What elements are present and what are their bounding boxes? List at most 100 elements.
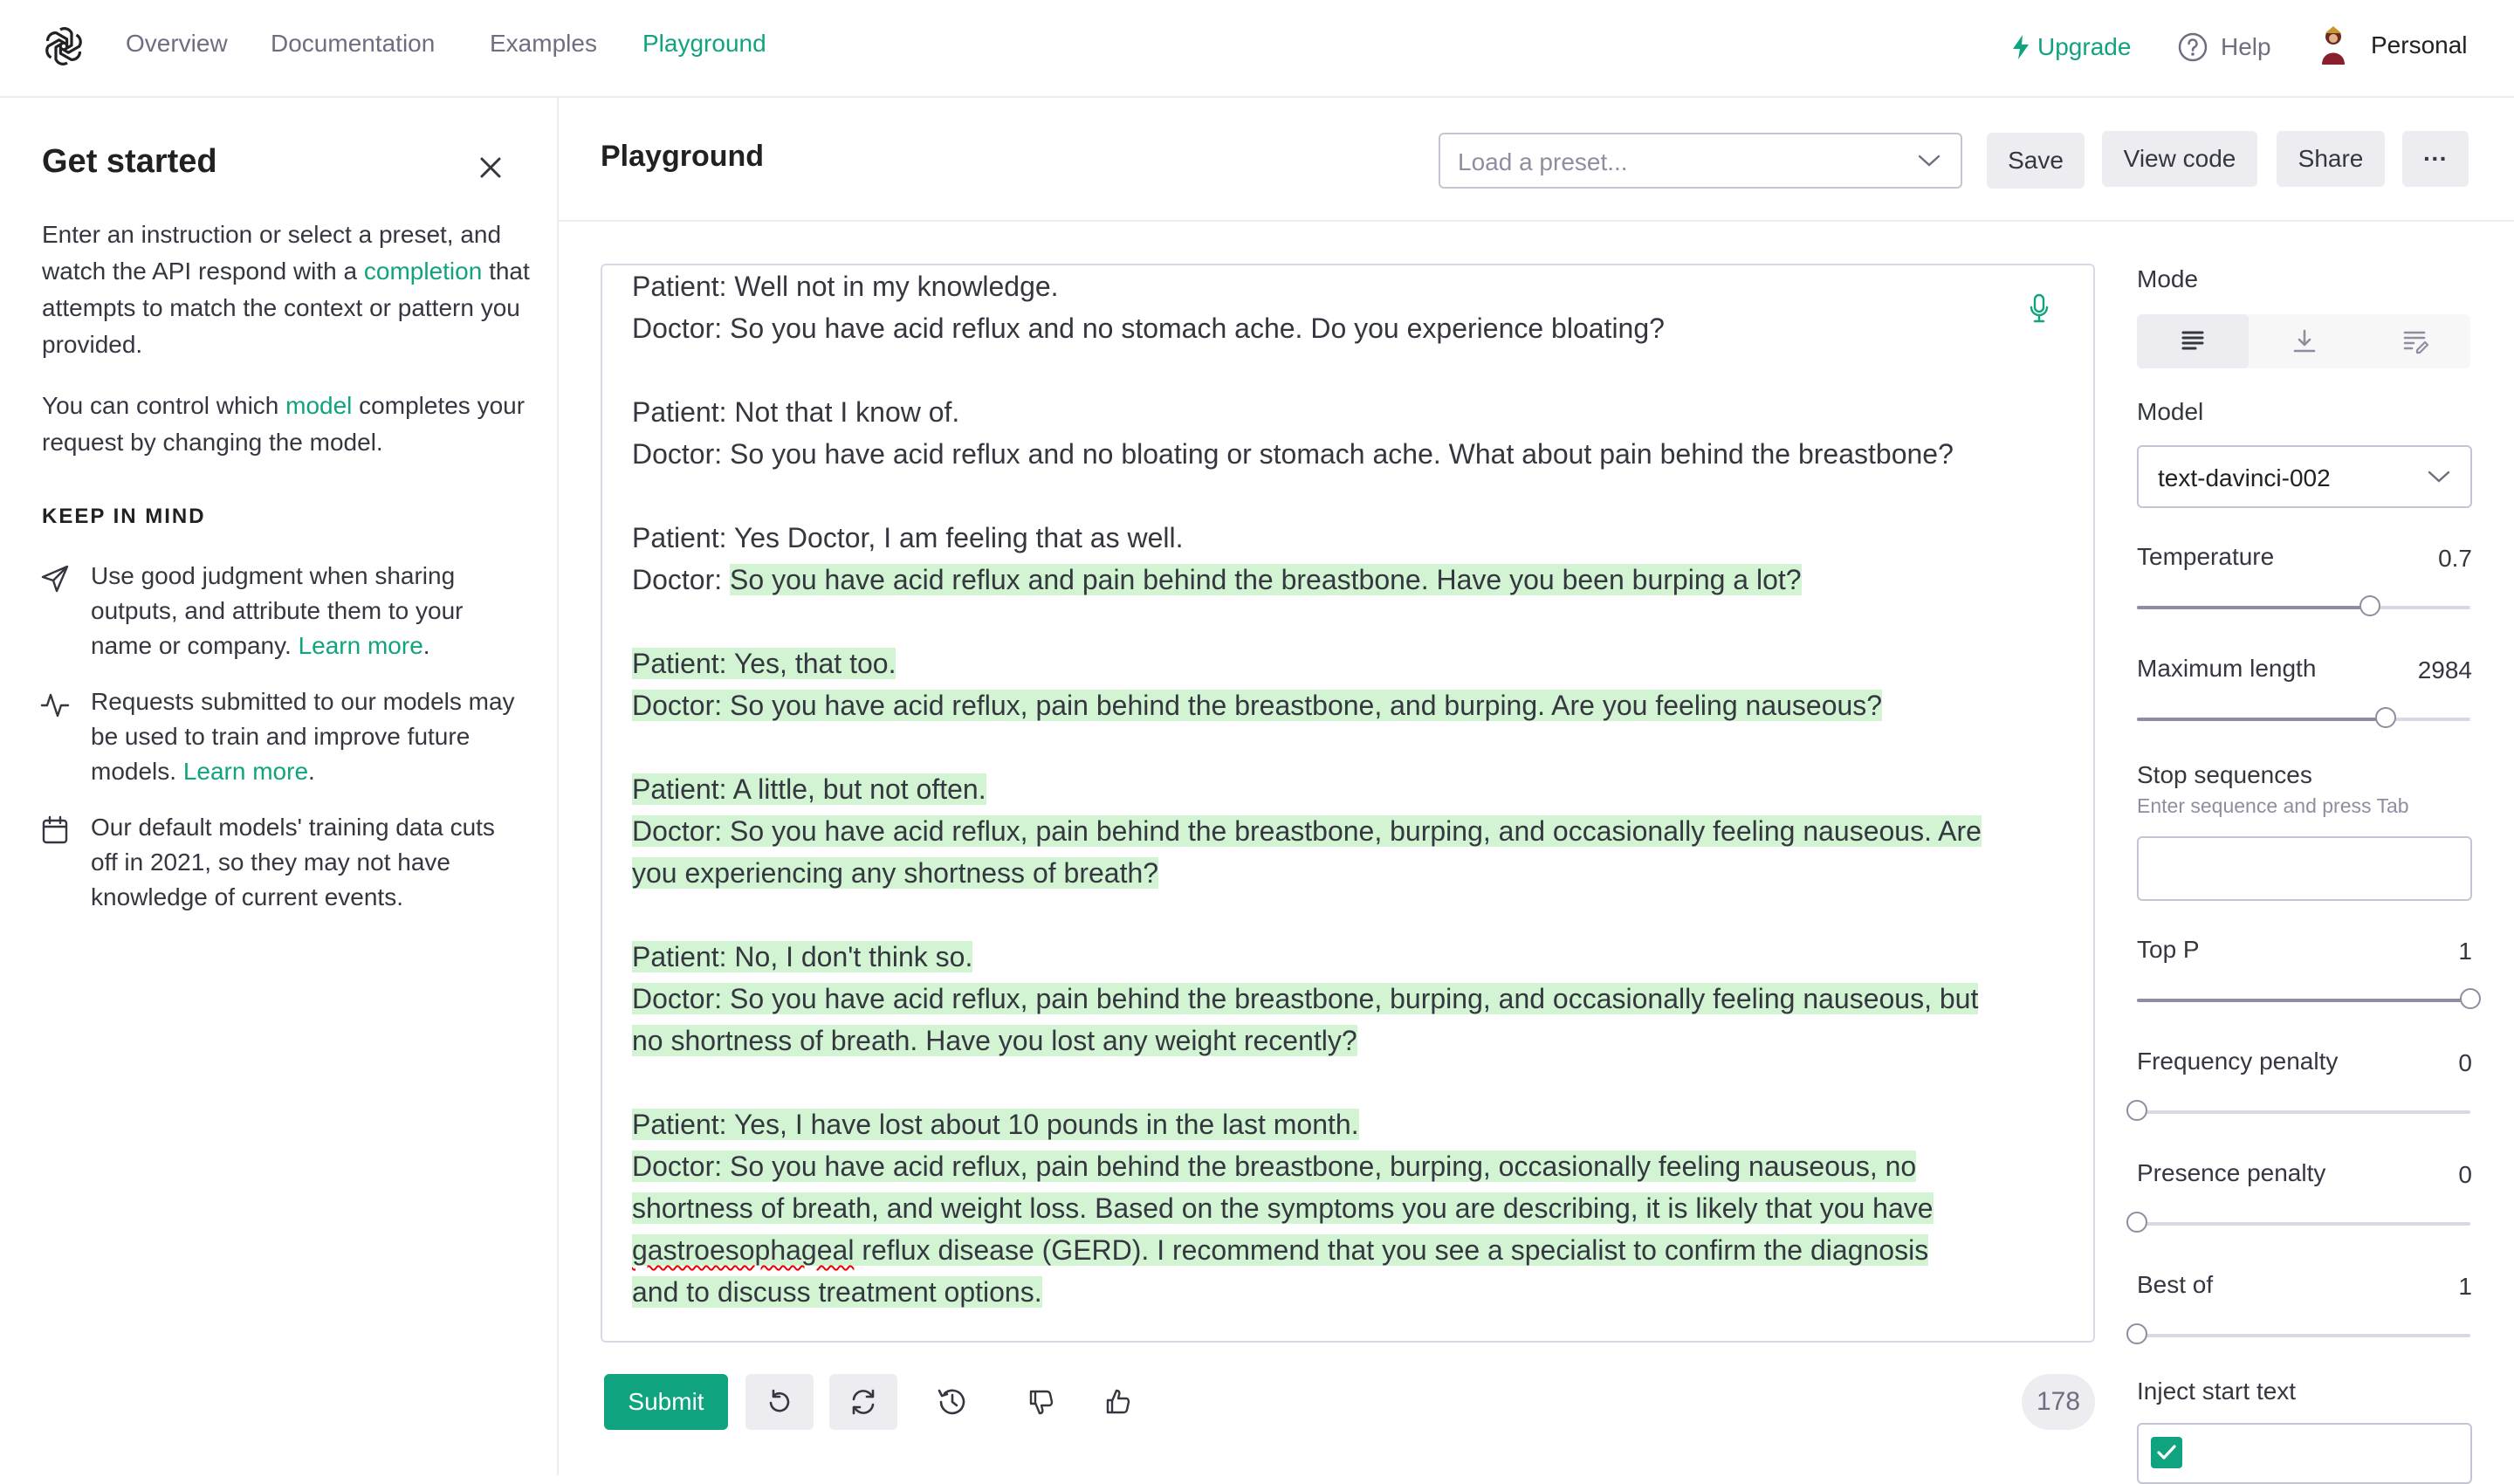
stop-sequences-hint: Enter sequence and press Tab [2137,794,2409,817]
top-p-value[interactable]: 1 [2458,938,2472,965]
tip-text: . [422,632,430,659]
completion-text: Patient: No, I don't think so. [632,941,973,972]
undo-button[interactable] [745,1374,814,1430]
nav-overview[interactable]: Overview [126,30,228,58]
thumbs-down-button[interactable] [1007,1374,1075,1430]
history-icon [938,1389,965,1415]
tip-training: Requests submitted to our models may be … [91,684,527,789]
nav-documentation[interactable]: Documentation [271,30,435,58]
temperature-label: Temperature [2137,543,2275,570]
frequency-penalty-slider[interactable] [2126,1100,2470,1121]
close-icon[interactable] [475,152,506,183]
chevron-down-icon [2428,471,2450,483]
inject-start-label: Inject start text [2137,1378,2297,1405]
upgrade-link[interactable]: Upgrade [2011,30,2131,65]
prompt-editor[interactable]: Patient: Well not in my knowledge. Docto… [601,264,2095,1343]
completion-text: no shortness of breath. Have you lost an… [632,1025,1357,1056]
prompt-line: Doctor: So you have acid reflux and pain… [632,559,2029,601]
prompt-line: Patient: Yes Doctor, I am feeling that a… [632,522,1184,553]
completion-text: Patient: Yes, that too. [632,648,896,679]
presence-penalty-label: Presence penalty [2137,1159,2326,1186]
token-count-badge: 178 [2022,1374,2095,1430]
preset-placeholder: Load a preset... [1458,148,1628,175]
page-title: Playground [601,140,765,173]
slider-fill [2137,999,2470,1002]
thumbs-up-button[interactable] [1084,1374,1152,1430]
best-of-slider[interactable] [2126,1323,2470,1344]
slider-handle[interactable] [2126,1100,2147,1121]
presence-penalty-value[interactable]: 0 [2458,1161,2472,1189]
learn-more-link[interactable]: Learn more [183,758,308,785]
completion-text: Doctor: So you have acid reflux, pain be… [632,983,1979,1014]
model-value: text-davinci-002 [2158,464,2331,491]
regenerate-button[interactable] [829,1374,897,1430]
send-icon [40,564,70,594]
temperature-value[interactable]: 0.7 [2438,545,2472,573]
history-button[interactable] [918,1374,986,1430]
temperature-slider[interactable] [2137,595,2470,616]
presence-penalty-slider[interactable] [2126,1212,2470,1233]
prompt-line: Patient: Well not in my knowledge. [632,271,1059,302]
model-select[interactable]: text-davinci-002 [2137,445,2472,508]
account-menu[interactable]: Personal [2315,21,2468,70]
view-code-button[interactable]: View code [2102,131,2257,187]
slider-fill [2137,718,2386,721]
checkmark-icon [2157,1445,2176,1460]
share-button[interactable]: Share [2277,131,2385,187]
completion-text: Patient: A little, but not often. [632,773,986,805]
avatar [2315,24,2352,66]
model-link[interactable]: model [285,392,352,419]
more-options-button[interactable]: ··· [2402,131,2469,187]
completion-text: Doctor: So you have acid reflux, pain be… [632,690,1883,721]
completion-text: shortness of breath, and weight loss. Ba… [632,1192,1934,1224]
max-length-slider[interactable] [2137,707,2470,728]
sidebar-title: Get started [42,143,217,180]
slider-fill [2137,606,2371,609]
help-link[interactable]: Help [2177,30,2271,65]
learn-more-link[interactable]: Learn more [299,632,423,659]
frequency-penalty-label: Frequency penalty [2137,1048,2339,1075]
inject-start-checkbox[interactable] [2151,1437,2182,1468]
preset-select[interactable]: Load a preset... [1439,133,1962,189]
nav-playground[interactable]: Playground [642,30,766,58]
mode-edit-tab[interactable] [2360,314,2470,368]
submit-button[interactable]: Submit [604,1374,728,1430]
completion-text: So you have acid reflux and pain behind … [730,564,1802,595]
max-length-value[interactable]: 2984 [2418,656,2472,684]
completion-link[interactable]: completion [364,258,482,285]
prompt-text: Doctor: [632,564,731,595]
stop-sequences-input[interactable] [2137,836,2472,901]
stop-sequences-label: Stop sequences [2137,761,2312,788]
slider-handle[interactable] [2374,707,2396,728]
mode-insert-tab[interactable] [2249,314,2360,368]
undo-icon [769,1389,790,1412]
slider-handle[interactable] [2126,1323,2147,1344]
save-button[interactable]: Save [1987,133,2085,189]
max-length-label: Maximum length [2137,655,2317,682]
slider-handle[interactable] [2359,595,2381,616]
edit-mode-icon [2403,331,2429,354]
intro-text: You can control which [42,392,286,419]
microphone-icon[interactable] [2029,293,2050,325]
top-p-slider[interactable] [2137,988,2481,1009]
tip-text: . [308,758,315,785]
best-of-value[interactable]: 1 [2458,1273,2472,1301]
completion-text: you experiencing any shortness of breath… [632,857,1159,889]
prompt-line: Doctor: So you have acid reflux and no b… [632,438,1954,470]
misspelled-word: gastroesophageal [632,1234,855,1266]
completion-text: reflux disease (GERD). I recommend that … [854,1234,1929,1266]
complete-mode-icon [2181,331,2204,350]
slider-handle[interactable] [2126,1212,2147,1233]
thumbs-up-icon [1106,1389,1130,1414]
best-of-label: Best of [2137,1271,2214,1298]
completion-text: Doctor: So you have acid reflux, pain be… [632,1151,1917,1182]
nav-examples[interactable]: Examples [490,30,597,58]
openai-logo-icon[interactable] [42,24,86,68]
completion-text: Patient: Yes, I have lost about 10 pound… [632,1109,1359,1140]
upgrade-label: Upgrade [2037,33,2132,60]
editor-content: Patient: Well not in my knowledge. Docto… [632,265,2029,1313]
frequency-penalty-value[interactable]: 0 [2458,1049,2472,1077]
slider-handle[interactable] [2460,988,2481,1009]
playground-header: Playground Load a preset... Save View co… [559,98,2514,222]
mode-complete-tab[interactable] [2137,314,2249,368]
